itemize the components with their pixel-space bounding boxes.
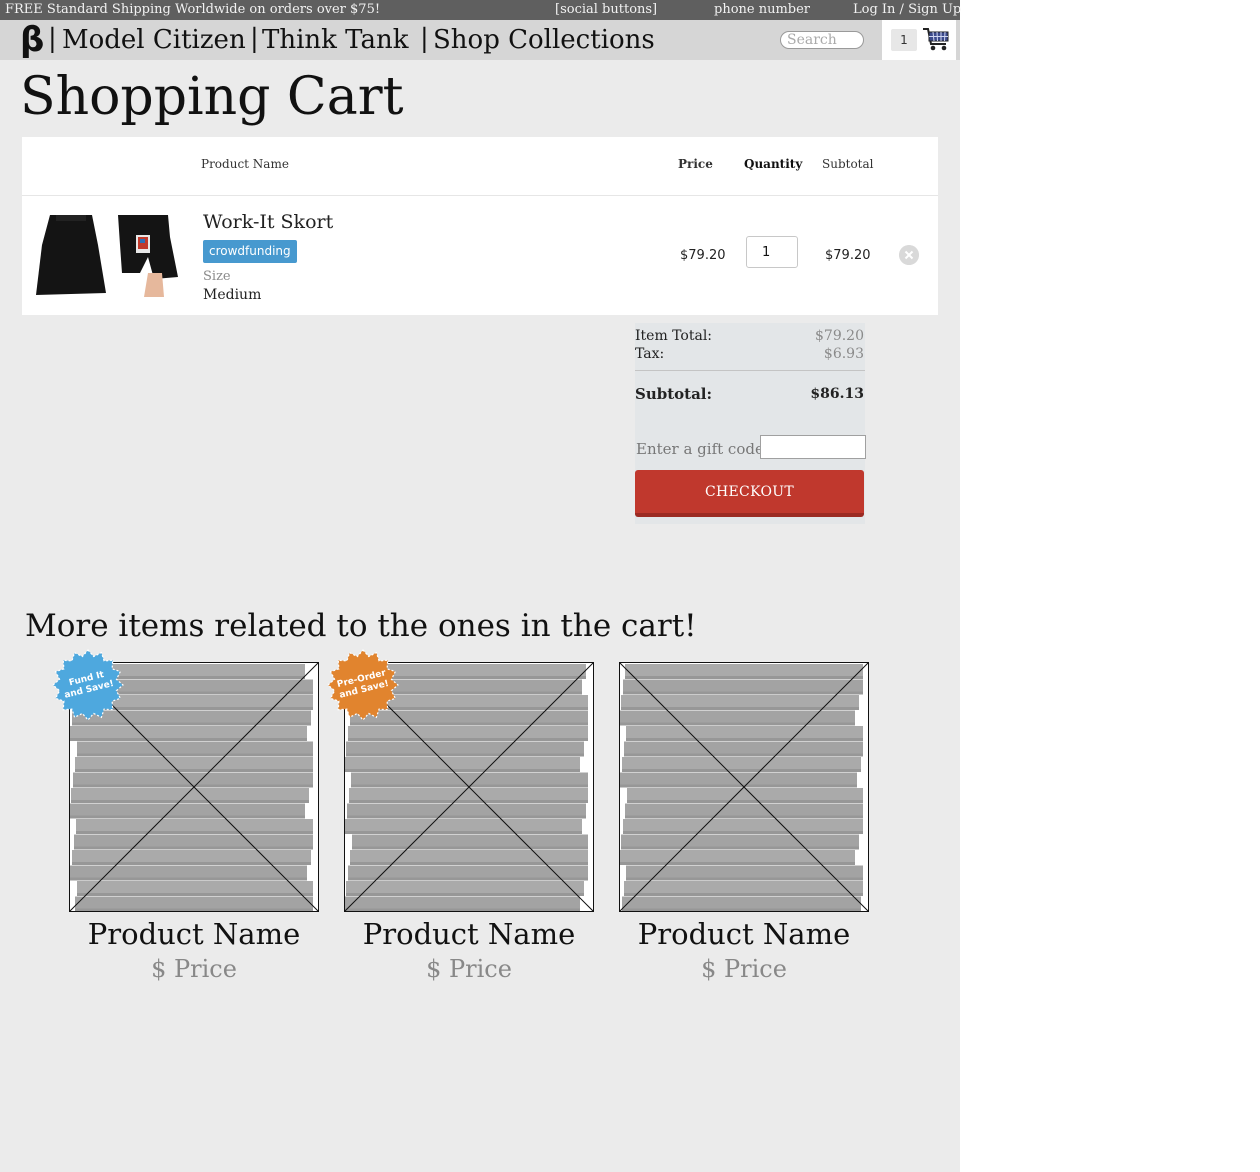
related-product-card[interactable]: Product Name $ Price — [619, 662, 869, 992]
nav-separator: | — [48, 24, 57, 54]
nav-link-shop-collections[interactable]: Shop Collections — [433, 20, 655, 60]
checkout-button[interactable]: CHECKOUT — [635, 470, 864, 517]
nav-separator: | — [250, 24, 259, 54]
column-header-subtotal: Subtotal — [822, 157, 874, 171]
column-header-quantity: Quantity — [744, 157, 803, 171]
item-price: $79.20 — [680, 248, 726, 263]
order-summary: Item Total: $79.20 Tax: $6.93 Subtotal: … — [635, 323, 866, 524]
nav-link-model-citizen[interactable]: Model Citizen — [62, 20, 246, 60]
related-product-price: $ Price — [426, 955, 512, 983]
cart-table: Product Name Price Quantity Subtotal Wor… — [22, 137, 938, 315]
nav-separator: | — [420, 24, 429, 54]
nav-link-think-tank[interactable]: Think Tank — [262, 20, 409, 60]
phone-number: phone number — [714, 2, 811, 17]
related-product-card[interactable]: Product Name $ Price Fund It and Save! — [52, 649, 319, 992]
related-product-name[interactable]: Product Name — [344, 912, 594, 956]
beta-logo[interactable]: β — [20, 20, 44, 60]
social-buttons-placeholder: [social buttons] — [555, 2, 658, 17]
related-product-name[interactable]: Product Name — [619, 912, 869, 956]
page: FREE Standard Shipping Worldwide on orde… — [0, 0, 961, 1172]
product-name[interactable]: Work-It Skort — [203, 211, 333, 233]
subtotal-value: $86.13 — [810, 386, 864, 402]
fund-it-badge-icon: Fund It and Save! — [52, 649, 124, 721]
related-product-name[interactable]: Product Name — [69, 912, 319, 956]
quantity-input[interactable] — [746, 236, 798, 268]
size-label: Size — [203, 269, 231, 284]
close-circle-icon[interactable] — [899, 245, 919, 265]
top-bar: FREE Standard Shipping Worldwide on orde… — [0, 0, 961, 20]
login-signup-link[interactable]: Log In / Sign Up — [853, 0, 961, 20]
tax-label: Tax: — [635, 346, 665, 362]
main-nav: β | Model Citizen | Think Tank | Shop Co… — [0, 20, 960, 60]
cart-widget[interactable]: 1 — [882, 20, 956, 60]
gift-code-label: Enter a gift code — [636, 440, 764, 458]
product-image-placeholder[interactable] — [619, 662, 869, 912]
related-product-price: $ Price — [701, 955, 787, 983]
tax-value: $6.93 — [823, 346, 864, 362]
item-total-label: Item Total: — [635, 328, 713, 344]
crowdfunding-badge: crowdfunding — [203, 240, 297, 263]
pre-order-badge-icon: Pre-Order and Save! — [327, 649, 399, 721]
item-subtotal: $79.20 — [825, 248, 871, 263]
size-value: Medium — [203, 287, 262, 303]
column-header-product: Product Name — [201, 157, 289, 171]
gift-code-input[interactable] — [760, 435, 866, 459]
related-product-card[interactable]: Product Name $ Price Pre-Order and Save! — [327, 649, 594, 992]
table-divider — [22, 195, 938, 196]
product-image[interactable] — [36, 215, 178, 297]
column-header-price: Price — [678, 157, 713, 171]
page-title: Shopping Cart — [20, 67, 404, 127]
summary-divider — [635, 370, 865, 371]
shopping-cart-icon[interactable] — [922, 25, 950, 53]
related-product-price: $ Price — [151, 955, 237, 983]
search-input[interactable] — [780, 31, 864, 49]
item-total-value: $79.20 — [815, 328, 864, 344]
subtotal-label: Subtotal: — [635, 385, 713, 403]
cart-count-badge: 1 — [891, 29, 917, 51]
related-items-title: More items related to the ones in the ca… — [25, 608, 697, 644]
shipping-promo: FREE Standard Shipping Worldwide on orde… — [5, 2, 381, 17]
